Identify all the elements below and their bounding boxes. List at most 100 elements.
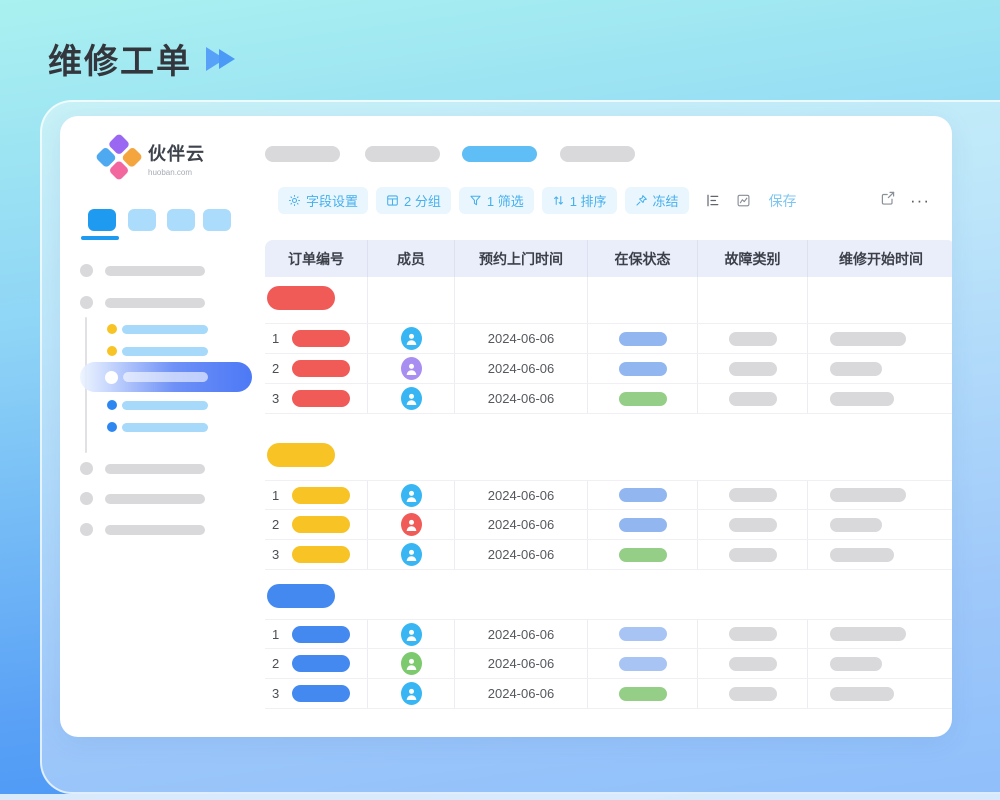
sidebar-selected-item[interactable]: [80, 362, 252, 392]
column-header[interactable]: 预约上门时间: [455, 240, 588, 277]
person-icon: [405, 331, 418, 346]
group-header-row[interactable]: [265, 277, 952, 324]
subitem-placeholder: [122, 423, 208, 432]
freeze-button[interactable]: 冻结: [625, 187, 689, 214]
warranty-status-cell: [588, 540, 698, 569]
sidebar-tab-2[interactable]: [128, 209, 156, 231]
order-id-pill: [292, 655, 350, 672]
group-pill[interactable]: [267, 443, 335, 467]
member-cell: [368, 620, 455, 648]
sidebar-subitem[interactable]: [107, 400, 208, 410]
row-height-icon[interactable]: [705, 193, 720, 208]
brand-domain: huoban.com: [148, 168, 205, 177]
order-id-cell: 1: [265, 481, 368, 509]
sidebar-subitem[interactable]: [107, 324, 208, 334]
sort-button[interactable]: 1 排序: [542, 187, 617, 214]
page-title-text: 维修工单: [48, 34, 192, 83]
member-avatar[interactable]: [401, 623, 422, 646]
selected-placeholder: [123, 372, 208, 382]
warranty-status-pill: [619, 548, 667, 562]
member-cell: [368, 540, 455, 569]
group-pill[interactable]: [267, 584, 335, 608]
save-button[interactable]: 保存: [769, 191, 797, 211]
table-row[interactable]: 12024-06-06: [265, 324, 952, 354]
sidebar-item[interactable]: [80, 264, 205, 277]
person-icon: [405, 547, 418, 562]
member-avatar[interactable]: [401, 327, 422, 350]
person-icon: [405, 686, 418, 701]
table-row[interactable]: 22024-06-06: [265, 354, 952, 384]
warranty-status-cell: [588, 620, 698, 648]
sidebar-item[interactable]: [80, 523, 205, 536]
sort-arrows-icon: [552, 194, 565, 207]
warranty-status-pill: [619, 518, 667, 532]
chart-icon[interactable]: [736, 193, 751, 208]
column-header[interactable]: 成员: [368, 240, 455, 277]
share-export-icon[interactable]: [880, 190, 896, 211]
column-header[interactable]: 维修开始时间: [808, 240, 952, 277]
member-avatar[interactable]: [401, 484, 422, 507]
person-icon: [405, 517, 418, 532]
order-id-cell: 1: [265, 620, 368, 648]
order-id-cell: 1: [265, 324, 368, 353]
play-arrows-icon: [206, 47, 235, 71]
field-settings-label: 字段设置: [306, 191, 358, 210]
table-row[interactable]: 32024-06-06: [265, 679, 952, 709]
member-avatar[interactable]: [401, 682, 422, 705]
fault-category-pill: [729, 627, 777, 641]
sidebar-item[interactable]: [80, 462, 205, 475]
item-bullet-icon: [80, 264, 93, 277]
appointment-date: 2024-06-06: [488, 547, 555, 562]
column-header[interactable]: 故障类别: [698, 240, 808, 277]
column-header[interactable]: 在保状态: [588, 240, 698, 277]
member-cell: [368, 679, 455, 708]
active-tab-underline: [81, 236, 119, 240]
appointment-date-cell: 2024-06-06: [455, 649, 588, 678]
sidebar-subitem[interactable]: [107, 346, 208, 356]
sidebar-tab-1[interactable]: [88, 209, 116, 231]
table-header-row: 订单编号成员预约上门时间在保状态故障类别维修开始时间: [265, 240, 952, 277]
table-row[interactable]: 22024-06-06: [265, 649, 952, 679]
member-avatar[interactable]: [401, 387, 422, 410]
member-avatar[interactable]: [401, 357, 422, 380]
warranty-status-cell: [588, 324, 698, 353]
member-avatar[interactable]: [401, 513, 422, 536]
filter-button[interactable]: 1 筛选: [459, 187, 534, 214]
repair-start-pill: [830, 518, 882, 532]
view-pill-3-active[interactable]: [462, 146, 537, 162]
member-avatar[interactable]: [401, 652, 422, 675]
more-options-button[interactable]: ···: [910, 196, 930, 206]
member-avatar[interactable]: [401, 543, 422, 566]
table-row[interactable]: 32024-06-06: [265, 384, 952, 414]
field-settings-button[interactable]: 字段设置: [278, 187, 368, 214]
appointment-date: 2024-06-06: [488, 361, 555, 376]
repair-start-cell: [808, 324, 952, 353]
appointment-date-cell: 2024-06-06: [455, 384, 588, 413]
group-header-cell: [698, 277, 808, 323]
view-pill-2[interactable]: [365, 146, 440, 162]
sidebar-tab-3[interactable]: [167, 209, 195, 231]
table-row[interactable]: 12024-06-06: [265, 480, 952, 510]
group-button[interactable]: 2 分组: [376, 187, 451, 214]
group-header-cell: [455, 277, 588, 323]
table-row[interactable]: 32024-06-06: [265, 540, 952, 570]
sidebar-subitem[interactable]: [107, 422, 208, 432]
view-pill-4[interactable]: [560, 146, 635, 162]
table-row[interactable]: 22024-06-06: [265, 510, 952, 540]
table-row[interactable]: 12024-06-06: [265, 619, 952, 649]
repair-start-pill: [830, 362, 882, 376]
view-pill-1[interactable]: [265, 146, 340, 162]
warranty-status-cell: [588, 384, 698, 413]
sidebar-item[interactable]: [80, 492, 205, 505]
sidebar-tab-4[interactable]: [203, 209, 231, 231]
item-placeholder: [105, 464, 205, 474]
order-id-pill: [292, 685, 350, 702]
appointment-date-cell: 2024-06-06: [455, 354, 588, 383]
fault-category-pill: [729, 657, 777, 671]
app-panel: 伙伴云 huoban.com: [60, 116, 952, 737]
subitem-dot-icon: [107, 400, 117, 410]
column-header[interactable]: 订单编号: [265, 240, 368, 277]
warranty-status-pill: [619, 687, 667, 701]
repair-start-cell: [808, 481, 952, 509]
sidebar-item[interactable]: [80, 296, 205, 309]
